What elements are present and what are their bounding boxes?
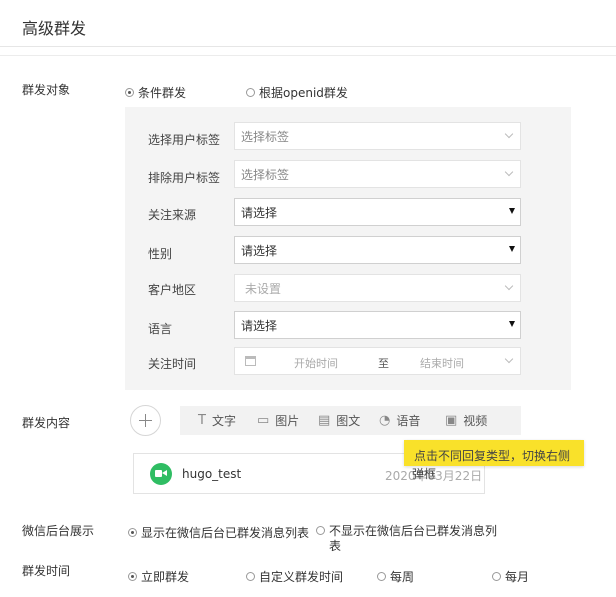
radio-label: 每周 <box>390 570 415 584</box>
follow-time-label: 关注时间 <box>148 357 197 371</box>
source-value: 请选择 <box>241 205 278 220</box>
type-label: 图片 <box>275 414 300 428</box>
gender-value: 请选择 <box>241 243 278 258</box>
chevron-down-icon <box>504 281 514 291</box>
radio-label: 显示在微信后台已群发消息列表 <box>141 526 310 540</box>
radio-label: 自定义群发时间 <box>259 570 344 584</box>
radio-dot <box>246 572 255 581</box>
type-label: 语音 <box>396 414 421 428</box>
schedule-label: 群发时间 <box>22 564 71 578</box>
language-select[interactable]: 请选择 <box>234 311 521 339</box>
radio-show-in-list[interactable]: 显示在微信后台已群发消息列表 <box>128 524 309 541</box>
display-label: 微信后台展示 <box>22 524 95 538</box>
tooltip-overflow-text: 弹框 <box>412 467 437 481</box>
content-item-name: hugo_test <box>182 467 242 481</box>
type-label: 图文 <box>336 414 361 428</box>
text-icon: T <box>198 413 206 428</box>
page-title: 高级群发 <box>22 19 87 38</box>
radio-label: 根据openid群发 <box>259 86 348 100</box>
video-icon <box>150 463 172 485</box>
radio-dot <box>125 88 134 97</box>
radio-dot <box>128 572 137 581</box>
calendar-icon <box>245 356 256 366</box>
language-value: 请选择 <box>241 318 278 333</box>
exclude-tags-placeholder: 选择标签 <box>241 167 290 182</box>
include-tags-select[interactable]: 选择标签 <box>234 122 521 150</box>
chevron-down-icon <box>504 129 514 139</box>
region-select[interactable]: 未设置 <box>234 274 521 302</box>
add-content-button[interactable] <box>130 405 161 436</box>
radio-send-now[interactable]: 立即群发 <box>128 568 189 585</box>
language-label: 语言 <box>148 322 173 336</box>
follow-time-range-picker[interactable]: 开始时间 至 结束时间 <box>234 347 521 375</box>
source-label: 关注来源 <box>148 208 197 222</box>
chevron-down-icon <box>504 167 514 177</box>
content-type-bar: T 文字 ▭ 图片 ▤ 图文 ◔ 语音 ▣ 视频 <box>180 406 521 435</box>
dropdown-arrow-icon <box>509 321 515 327</box>
dropdown-arrow-icon <box>509 208 515 214</box>
region-value: 未设置 <box>245 281 282 296</box>
radio-conditional-send[interactable]: 条件群发 <box>125 84 186 101</box>
radio-dot <box>316 526 325 535</box>
start-time-placeholder: 开始时间 <box>294 357 338 370</box>
image-icon: ▭ <box>257 413 270 428</box>
radio-dot <box>377 572 386 581</box>
page-header: 高级群发 <box>0 0 616 47</box>
radio-label: 每月 <box>505 570 530 584</box>
gender-select[interactable]: 请选择 <box>234 236 521 264</box>
content-label: 群发内容 <box>22 416 71 430</box>
target-label: 群发对象 <box>22 83 71 97</box>
radio-monthly[interactable]: 每月 <box>492 568 529 585</box>
exclude-tags-select[interactable]: 选择标签 <box>234 160 521 188</box>
exclude-tags-label: 排除用户标签 <box>148 171 221 185</box>
gender-label: 性别 <box>148 247 173 261</box>
hint-tooltip: 点击不同回复类型，切换右侧 <box>404 440 584 466</box>
type-text[interactable]: T 文字 <box>198 406 236 435</box>
include-tags-placeholder: 选择标签 <box>241 129 290 144</box>
radio-openid-send[interactable]: 根据openid群发 <box>246 84 348 101</box>
video-icon: ▣ <box>445 413 458 428</box>
radio-label: 立即群发 <box>141 570 190 584</box>
article-icon: ▤ <box>318 413 331 428</box>
tooltip-text: 点击不同回复类型，切换右侧 <box>414 449 571 463</box>
include-tags-label: 选择用户标签 <box>148 133 221 147</box>
type-voice[interactable]: ◔ 语音 <box>379 406 420 435</box>
radio-dot <box>492 572 501 581</box>
voice-icon: ◔ <box>379 413 391 428</box>
end-time-placeholder: 结束时间 <box>420 357 464 370</box>
header-divider <box>0 55 616 56</box>
dropdown-arrow-icon <box>509 246 515 252</box>
radio-label: 不显示在微信后台已群发消息列表 <box>329 524 498 553</box>
range-separator: 至 <box>378 357 389 370</box>
type-label: 视频 <box>463 414 488 428</box>
type-label: 文字 <box>211 414 236 428</box>
source-select[interactable]: 请选择 <box>234 198 521 226</box>
type-article[interactable]: ▤ 图文 <box>318 406 360 435</box>
type-video[interactable]: ▣ 视频 <box>445 406 487 435</box>
radio-dot <box>246 88 255 97</box>
radio-custom-time[interactable]: 自定义群发时间 <box>246 568 343 585</box>
radio-dot <box>128 528 137 537</box>
radio-hide-in-list[interactable]: 不显示在微信后台已群发消息列表 <box>316 524 506 554</box>
chevron-down-icon <box>504 354 514 364</box>
type-image[interactable]: ▭ 图片 <box>257 406 299 435</box>
region-label: 客户地区 <box>148 283 197 297</box>
radio-weekly[interactable]: 每周 <box>377 568 414 585</box>
radio-label: 条件群发 <box>138 86 187 100</box>
